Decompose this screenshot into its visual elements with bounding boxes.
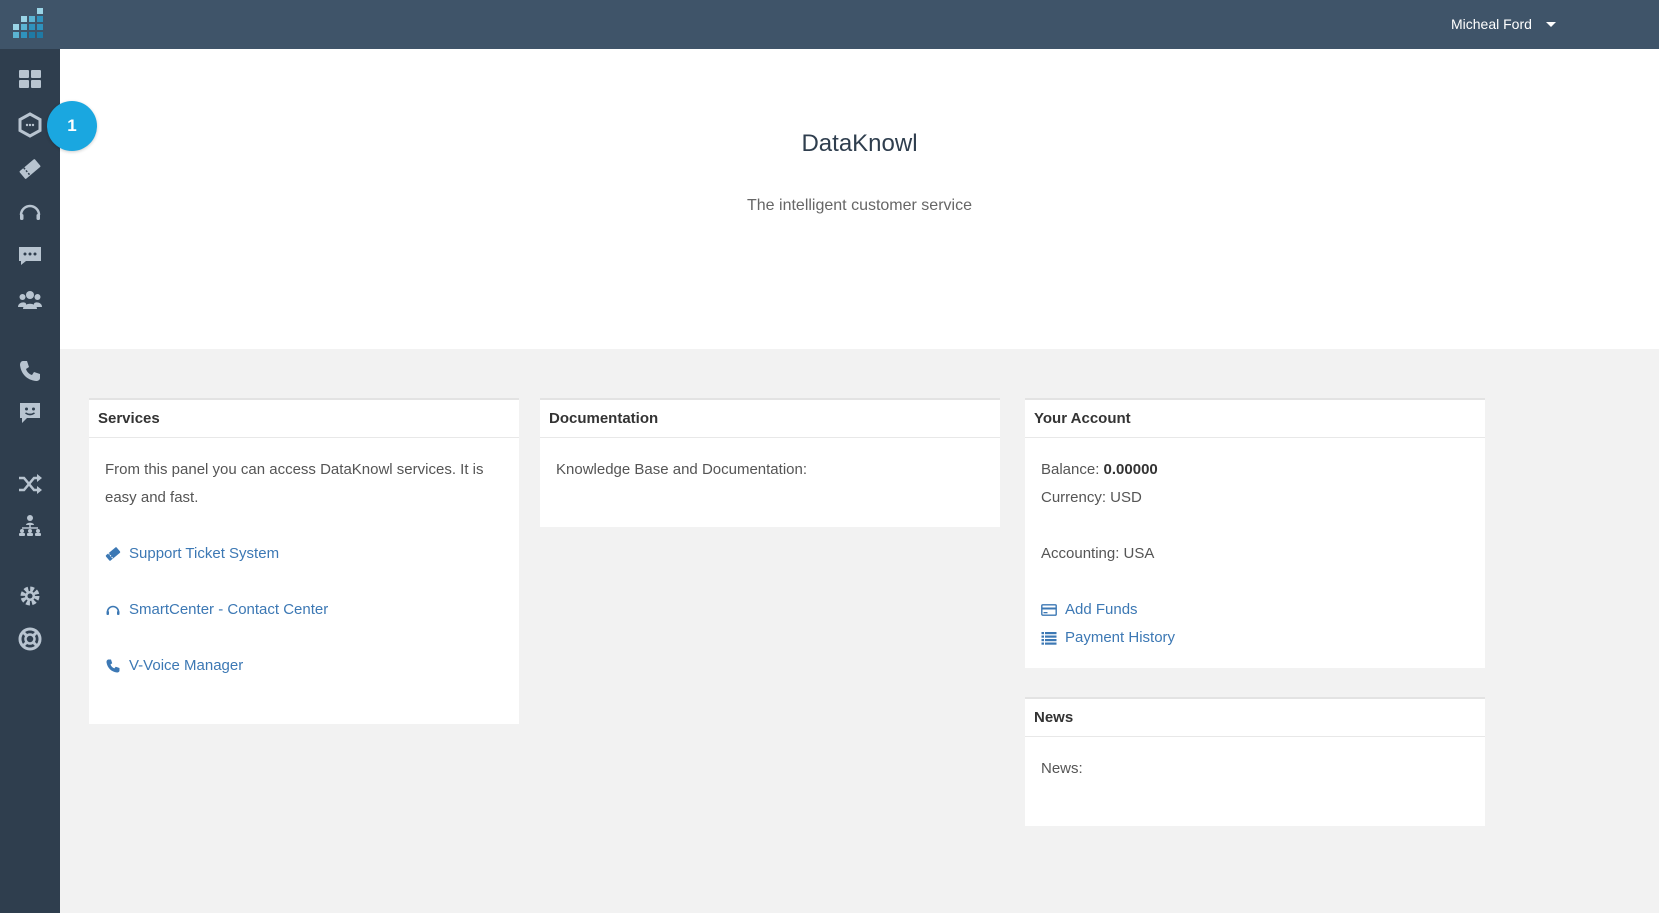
add-funds-label[interactable]: Add Funds — [1065, 596, 1138, 624]
sidebar-item-help[interactable] — [0, 621, 60, 657]
v-voice-label[interactable]: V-Voice Manager — [129, 652, 243, 680]
news-text: News: — [1041, 760, 1083, 777]
sidebar-item-settings[interactable] — [0, 578, 60, 614]
users-icon — [18, 291, 42, 309]
chat-icon — [19, 247, 41, 265]
top-bar: Micheal Ford — [0, 0, 1659, 49]
services-description: From this panel you can access DataKnowl… — [105, 461, 484, 506]
currency-text: Currency: USD — [1041, 489, 1142, 506]
headset-icon — [19, 204, 41, 220]
sidebar-item-contact-center[interactable] — [0, 195, 60, 231]
payment-history-label[interactable]: Payment History — [1065, 624, 1175, 652]
documentation-title: Documentation — [540, 400, 1000, 438]
services-panel: Services From this panel you can access … — [89, 398, 519, 724]
payment-history-link[interactable]: Payment History — [1041, 624, 1175, 652]
phone-icon — [106, 659, 120, 673]
dashboard-icon — [19, 70, 41, 88]
sidebar-item-dashboard[interactable] — [0, 61, 60, 97]
smartcenter-label[interactable]: SmartCenter - Contact Center — [129, 596, 328, 624]
phone-icon — [20, 361, 40, 381]
sidebar-item-phone[interactable] — [0, 353, 60, 389]
page-title: DataKnowl — [801, 130, 918, 157]
accounting-text: Accounting: USA — [1041, 545, 1155, 562]
grid-logo-icon[interactable] — [13, 8, 47, 42]
sidebar-item-tickets[interactable] — [0, 151, 60, 187]
balance-label: Balance: — [1041, 461, 1100, 478]
credit-card-icon — [1041, 604, 1057, 616]
support-ticket-label[interactable]: Support Ticket System — [129, 540, 279, 568]
smartcenter-link[interactable]: SmartCenter - Contact Center — [105, 596, 328, 624]
shuffle-icon — [19, 474, 42, 494]
news-panel: News News: — [1025, 697, 1485, 826]
sitemap-icon — [19, 515, 41, 536]
user-menu[interactable]: Micheal Ford — [1451, 14, 1556, 34]
page-subtitle: The intelligent customer service — [747, 197, 972, 214]
chevron-down-icon[interactable] — [1545, 21, 1556, 27]
documentation-panel: Documentation Knowledge Base and Documen… — [540, 398, 1000, 527]
sidebar — [0, 49, 60, 913]
ticket-icon — [105, 547, 121, 561]
ticket-icon — [19, 159, 41, 179]
documentation-text: Knowledge Base and Documentation: — [556, 461, 808, 478]
support-ticket-link[interactable]: Support Ticket System — [105, 540, 279, 568]
lifebuoy-icon — [18, 627, 42, 651]
balance-value: 0.00000 — [1103, 461, 1158, 478]
balance-row: Balance: 0.00000 — [1041, 456, 1469, 484]
headset-icon — [106, 605, 120, 615]
sidebar-item-chat[interactable] — [0, 238, 60, 274]
add-funds-link[interactable]: Add Funds — [1041, 596, 1138, 624]
sidebar-item-feedback[interactable] — [0, 395, 60, 431]
notification-badge[interactable]: 1 — [47, 101, 97, 151]
news-title: News — [1025, 699, 1485, 737]
v-voice-link[interactable]: V-Voice Manager — [105, 652, 243, 680]
feedback-icon — [20, 403, 40, 423]
account-title: Your Account — [1025, 400, 1485, 438]
sidebar-item-organization[interactable] — [0, 507, 60, 543]
account-panel: Your Account Balance: 0.00000 Currency: … — [1025, 398, 1485, 668]
user-name[interactable]: Micheal Ford — [1451, 16, 1532, 32]
hero-banner: DataKnowl The intelligent customer servi… — [60, 49, 1659, 349]
hexagon-icon — [18, 112, 42, 138]
services-title: Services — [89, 400, 519, 438]
gear-icon — [20, 586, 40, 606]
sidebar-item-routing[interactable] — [0, 466, 60, 502]
list-icon — [1041, 632, 1057, 645]
sidebar-item-users[interactable] — [0, 282, 60, 318]
